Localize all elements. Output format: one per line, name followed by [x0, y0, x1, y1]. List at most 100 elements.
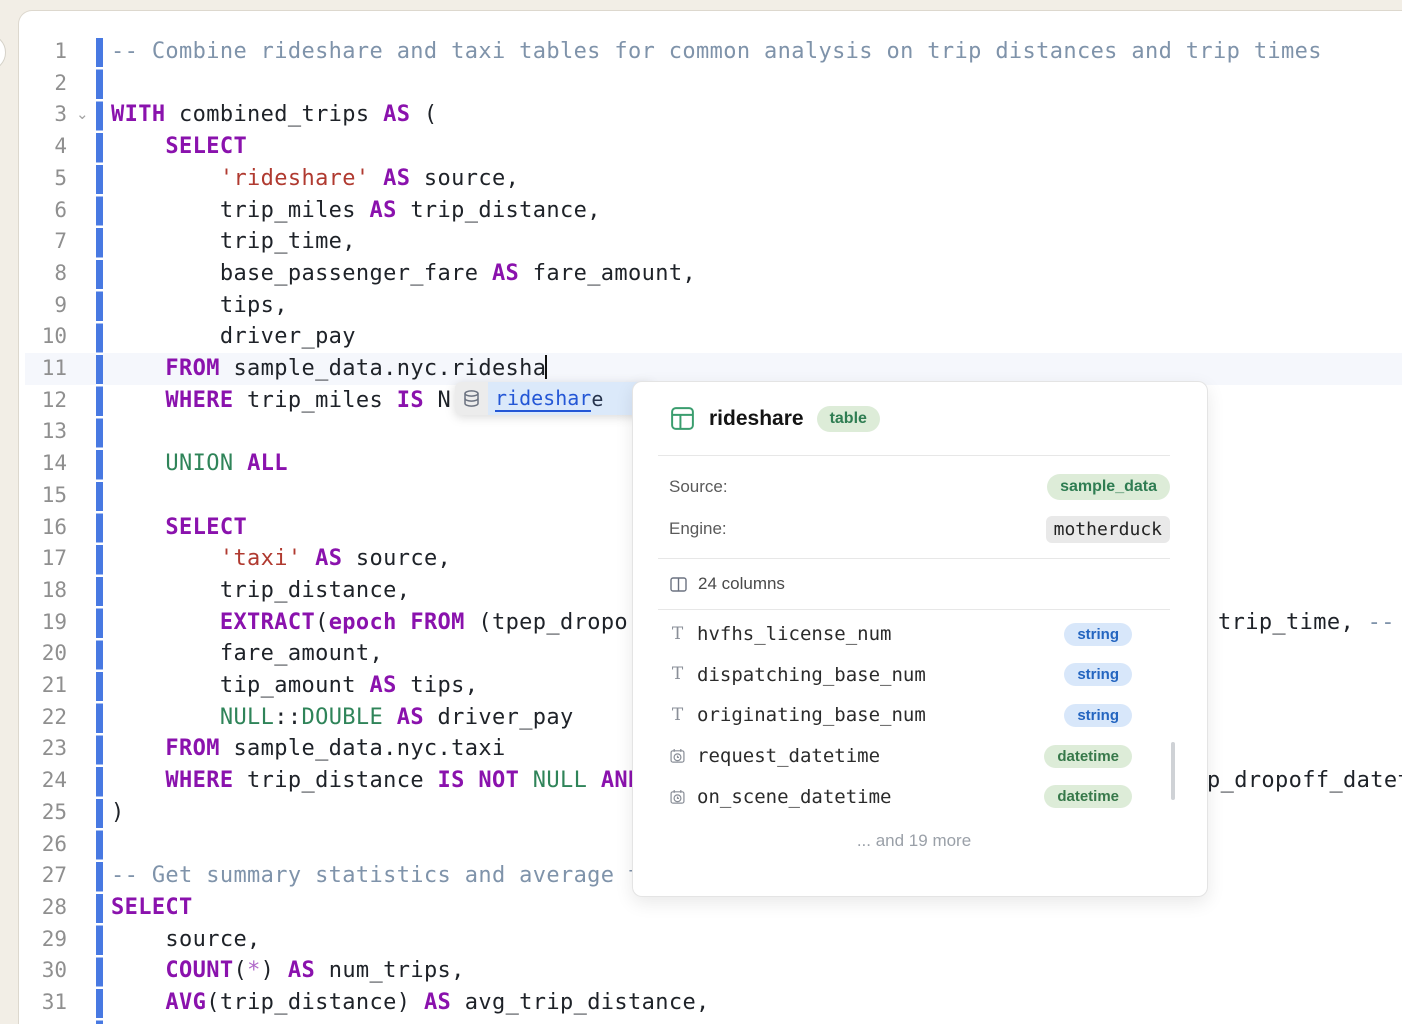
code-text[interactable]: AVG(trip_distance) AS avg_trip_distance,: [111, 987, 710, 1019]
database-icon: [455, 382, 488, 415]
line-number: 17: [19, 543, 67, 575]
line-number: 26: [19, 829, 67, 861]
line-number: 29: [19, 924, 67, 956]
type-string-icon: T: [669, 707, 686, 724]
line-number: 18: [19, 575, 67, 607]
code-line-1[interactable]: 1-- Combine rideshare and taxi tables fo…: [19, 36, 1402, 68]
code-line-9[interactable]: 9 tips,: [19, 290, 1402, 322]
edge-widget-partial: [0, 34, 6, 71]
code-line-4[interactable]: 4 SELECT: [19, 131, 1402, 163]
info-label: Source:: [669, 477, 728, 497]
column-row-request_datetime: request_datetimedatetime: [669, 736, 1132, 777]
table-icon: [669, 405, 696, 432]
columns-count-label: 24 columns: [698, 574, 785, 594]
code-text[interactable]: SELECT: [111, 131, 247, 163]
code-line-30[interactable]: 30 COUNT(*) AS num_trips,: [19, 955, 1402, 987]
column-name: request_datetime: [697, 745, 1044, 767]
code-line-5[interactable]: 5 'rideshare' AS source,: [19, 163, 1402, 195]
code-text[interactable]: SELECT: [111, 892, 193, 924]
code-text[interactable]: FROM sample_data.nyc.ridesha: [111, 353, 547, 385]
column-row-originating_base_num: Toriginating_base_numstring: [669, 695, 1132, 736]
column-type-badge: datetime: [1044, 745, 1132, 768]
code-text[interactable]: fare_amount,: [111, 638, 383, 670]
code-text[interactable]: 'rideshare' AS source,: [111, 163, 519, 195]
code-text[interactable]: trip_distance,: [111, 575, 410, 607]
code-text[interactable]: trip_time,: [111, 226, 356, 258]
code-text[interactable]: 'taxi' AS source,: [111, 543, 451, 575]
column-row-hvfhs_license_num: Thvfhs_license_numstring: [669, 614, 1132, 655]
line-number: 16: [19, 512, 67, 544]
type-datetime-icon: [669, 788, 686, 806]
code-text[interactable]: ): [111, 797, 125, 829]
column-name: hvfhs_license_num: [697, 623, 1064, 645]
line-number: 10: [19, 321, 67, 353]
code-text[interactable]: EXTRACT(epoch FROM (tpep_dropo: [111, 607, 628, 639]
line-number: 2: [19, 68, 67, 100]
line-number: 3: [19, 99, 67, 131]
column-type-badge: datetime: [1044, 785, 1132, 808]
code-line-2[interactable]: 2: [19, 68, 1402, 100]
code-text[interactable]: NULL::DOUBLE AS driver_pay: [111, 702, 574, 734]
code-text[interactable]: tip_amount AS tips,: [111, 670, 478, 702]
code-text[interactable]: -- Get summary statistics and average t: [111, 860, 642, 892]
code-line-3[interactable]: 3 ⌄ WITH combined_trips AS (: [19, 99, 1402, 131]
code-text[interactable]: COUNT(*) AS num_trips,: [111, 955, 465, 987]
line-number: 19: [19, 607, 67, 639]
code-text[interactable]: trip_miles AS trip_distance,: [111, 195, 601, 227]
line-number: 14: [19, 448, 67, 480]
column-row-dispatching_base_num: Tdispatching_base_numstring: [669, 655, 1132, 696]
line-number: 30: [19, 955, 67, 987]
code-text[interactable]: driver_pay: [111, 321, 356, 353]
column-type-badge: string: [1064, 704, 1132, 727]
code-text[interactable]: FROM sample_data.nyc.taxi: [111, 733, 506, 765]
line-number: 28: [19, 892, 67, 924]
info-row-source: Source: sample_data: [658, 466, 1170, 508]
tooltip-header: rideshare table: [658, 382, 1170, 455]
code-text[interactable]: WHERE trip_distance IS NOT NULL AND: [111, 765, 642, 797]
code-text[interactable]: WITH combined_trips AS (: [111, 99, 438, 131]
type-string-icon: T: [669, 626, 686, 643]
code-text[interactable]: p_dropoff_datet: [1207, 765, 1402, 797]
line-number: 8: [19, 258, 67, 290]
code-line-29[interactable]: 29 source,: [19, 924, 1402, 956]
columns-count-row: 24 columns: [658, 559, 1170, 609]
line-number: 7: [19, 226, 67, 258]
fold-chevron-icon[interactable]: ⌄: [76, 99, 89, 131]
info-value-badge: sample_data: [1047, 474, 1170, 500]
table-tooltip-panel: rideshare table Source: sample_data Engine…: [632, 381, 1208, 897]
code-line-7[interactable]: 7 trip_time,: [19, 226, 1402, 258]
type-datetime-icon: [669, 747, 686, 765]
panel-scrollbar-thumb[interactable]: [1171, 742, 1175, 800]
code-text[interactable]: base_passenger_fare AS fare_amount,: [111, 258, 696, 290]
line-number: 31: [19, 987, 67, 1019]
column-name: originating_base_num: [697, 704, 1064, 726]
code-line-31[interactable]: 31 AVG(trip_distance) AS avg_trip_distan…: [19, 987, 1402, 1019]
code-text[interactable]: SELECT: [111, 512, 247, 544]
code-text[interactable]: -- Combine rideshare and taxi tables for…: [111, 36, 1322, 68]
code-text[interactable]: tips,: [111, 290, 288, 322]
code-line-11[interactable]: 11 FROM sample_data.nyc.ridesha: [19, 353, 1402, 385]
column-type-badge: string: [1064, 663, 1132, 686]
code-text[interactable]: UNION ALL: [111, 448, 288, 480]
autocomplete-rest-text: e: [591, 387, 603, 411]
line-number: 25: [19, 797, 67, 829]
line-number: 4: [19, 131, 67, 163]
code-line-8[interactable]: 8 base_passenger_fare AS fare_amount,: [19, 258, 1402, 290]
code-text[interactable]: AVG(trip_time) AS avg_trip_time,: [111, 1019, 601, 1024]
column-row-on_scene_datetime: on_scene_datetimedatetime: [669, 776, 1132, 817]
code-line-32[interactable]: 32 AVG(trip_time) AS avg_trip_time,: [19, 1019, 1402, 1024]
code-text[interactable]: WHERE trip_miles IS N: [111, 385, 451, 417]
info-row-engine: Engine:motherduck: [658, 508, 1170, 550]
type-string-icon: T: [669, 666, 686, 683]
code-line-6[interactable]: 6 trip_miles AS trip_distance,: [19, 195, 1402, 227]
line-number: 12: [19, 385, 67, 417]
code-text[interactable]: source,: [111, 924, 261, 956]
table-type-badge: table: [817, 406, 880, 432]
info-value-badge: motherduck: [1046, 516, 1170, 543]
autocomplete-item-rideshare[interactable]: rideshare: [488, 382, 651, 415]
line-number: 5: [19, 163, 67, 195]
code-line-10[interactable]: 10 driver_pay: [19, 321, 1402, 353]
line-number: 21: [19, 670, 67, 702]
code-text[interactable]: trip_time, --: [1218, 607, 1395, 639]
line-number: 22: [19, 702, 67, 734]
